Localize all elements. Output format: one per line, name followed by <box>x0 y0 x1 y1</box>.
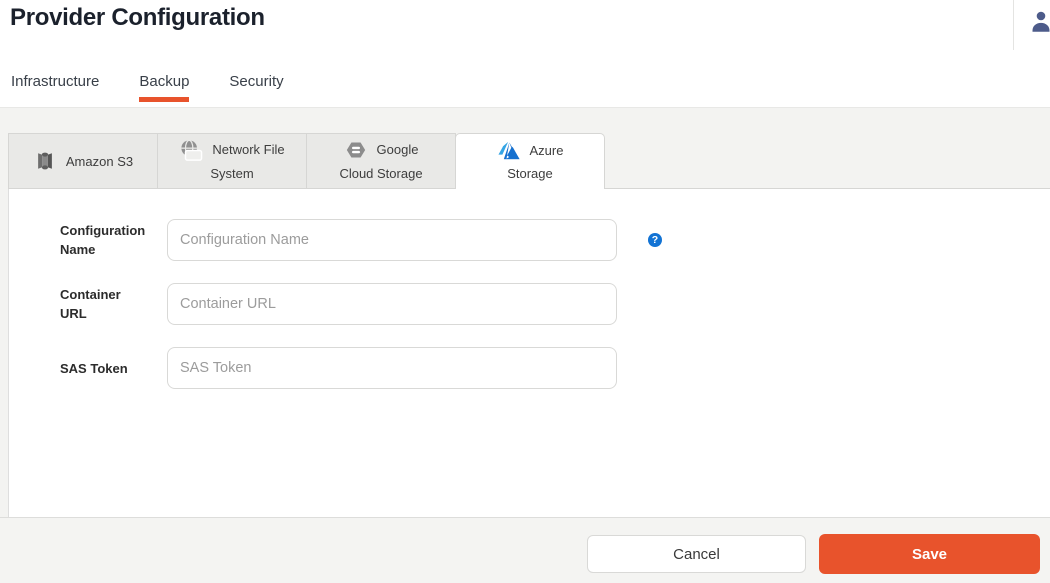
provider-tab-network-file-system[interactable]: Network File System <box>157 133 307 188</box>
header-divider <box>1013 0 1014 50</box>
user-icon[interactable] <box>1029 9 1050 33</box>
container-url-label: Container URL <box>60 285 150 323</box>
nav-tab-security[interactable]: Security <box>229 72 283 102</box>
footer-bar: Cancel Save <box>0 517 1050 583</box>
main-nav: Infrastructure Backup Security <box>11 72 324 103</box>
nav-tab-infrastructure[interactable]: Infrastructure <box>11 72 99 102</box>
network-file-system-icon <box>179 138 203 162</box>
configuration-name-label: Configuration Name <box>60 221 150 259</box>
provider-tab-google-cloud-storage[interactable]: Google Cloud Storage <box>306 133 456 188</box>
provider-tab-label-line2: Cloud Storage <box>339 162 422 185</box>
provider-tab-label: Amazon S3 <box>66 150 133 173</box>
nav-tab-backup[interactable]: Backup <box>139 72 189 102</box>
help-icon[interactable]: ? <box>648 233 662 247</box>
container-url-input[interactable] <box>167 283 617 325</box>
provider-tab-amazon-s3[interactable]: Amazon S3 <box>8 133 158 188</box>
provider-tab-azure-storage[interactable]: Azure Storage <box>455 133 605 189</box>
sas-token-label: SAS Token <box>60 359 150 378</box>
configuration-name-row: Configuration Name ? <box>60 219 662 261</box>
provider-tab-label-line2: Storage <box>507 162 553 185</box>
page-header: Provider Configuration Infrastructure Ba… <box>0 0 1050 108</box>
sas-token-input[interactable] <box>167 347 617 389</box>
provider-configuration-page: Provider Configuration Infrastructure Ba… <box>0 0 1050 583</box>
provider-tab-label: Network File <box>212 138 284 161</box>
sas-token-row: SAS Token <box>60 347 617 389</box>
amazon-s3-icon <box>33 149 57 173</box>
provider-tab-bar: Amazon S3 Network File System <box>8 133 1050 189</box>
google-cloud-storage-icon <box>344 138 368 162</box>
cancel-button[interactable]: Cancel <box>587 535 806 573</box>
container-url-row: Container URL <box>60 283 617 325</box>
azure-storage-icon <box>497 138 521 162</box>
save-button[interactable]: Save <box>819 534 1040 574</box>
configuration-name-input[interactable] <box>167 219 617 261</box>
page-title: Provider Configuration <box>10 4 265 32</box>
provider-tab-label: Azure <box>530 139 564 162</box>
provider-tab-label-line2: System <box>210 162 253 185</box>
provider-tab-label: Google <box>377 138 419 161</box>
